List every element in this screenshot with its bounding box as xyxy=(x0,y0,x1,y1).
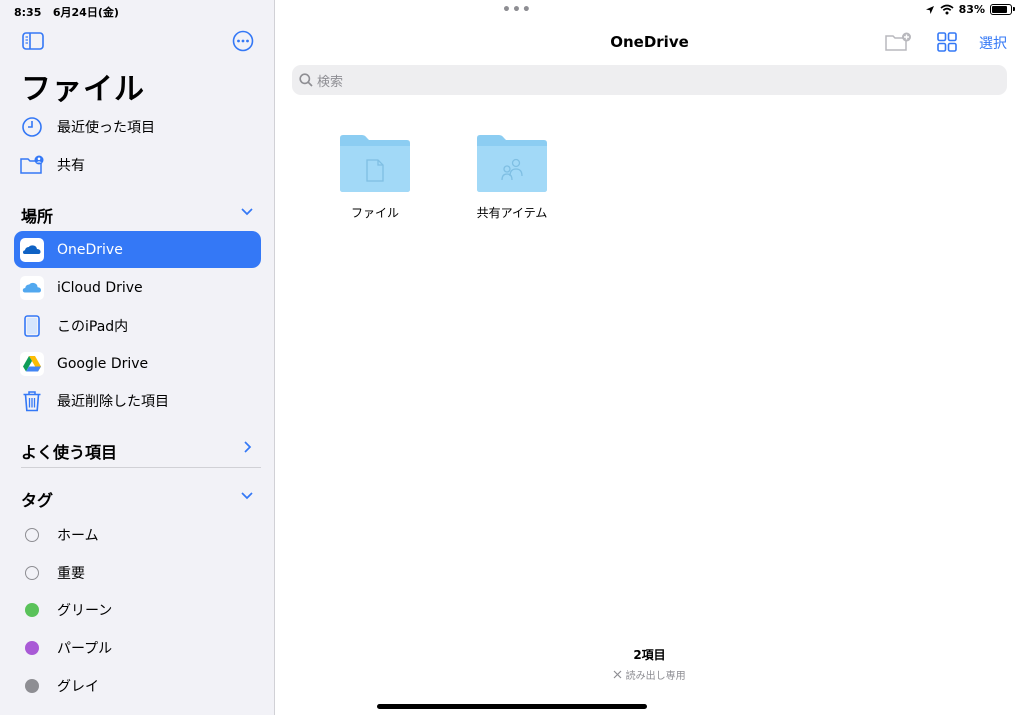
tag-circle-empty-icon xyxy=(20,561,44,585)
tag-item-important[interactable]: 重要 xyxy=(14,554,261,591)
tag-label: グレイ xyxy=(57,678,99,695)
wifi-icon xyxy=(940,4,954,15)
multitasking-dots-icon[interactable]: ••• xyxy=(502,2,532,18)
search-field[interactable]: 検索 xyxy=(292,65,1007,95)
sidebar-divider xyxy=(21,467,261,468)
sidebar-title: ファイル xyxy=(21,72,145,107)
chevron-down-icon xyxy=(241,208,253,216)
main-content: OneDrive 選択 検索 ファイル 共有アイテム 2項目 読み出し専用 xyxy=(275,0,1024,715)
tag-label: ホーム xyxy=(57,527,99,544)
chevron-right-icon xyxy=(244,441,252,453)
tag-dot-purple-icon xyxy=(20,636,44,660)
icloud-icon xyxy=(20,275,44,300)
section-header-favorites[interactable]: よく使う項目 xyxy=(21,439,261,463)
sidebar-item-shared[interactable]: 共有 xyxy=(14,146,261,183)
home-indicator[interactable] xyxy=(377,704,647,709)
section-header-locations[interactable]: 場所 xyxy=(21,203,261,227)
chevron-down-icon xyxy=(241,492,253,500)
select-button[interactable]: 選択 xyxy=(979,33,1007,53)
shared-folder-icon xyxy=(20,153,44,177)
tag-item-purple[interactable]: パープル xyxy=(14,629,261,666)
sidebar-item-label: 最近削除した項目 xyxy=(57,393,169,410)
ipad-icon xyxy=(20,314,44,338)
search-placeholder: 検索 xyxy=(317,74,344,90)
sidebar-item-label: OneDrive xyxy=(57,241,123,258)
read-only-label: 読み出し専用 xyxy=(625,671,686,682)
folder-item-files[interactable]: ファイル xyxy=(320,134,430,221)
location-icon xyxy=(925,5,934,14)
sidebar-item-label: 最近使った項目 xyxy=(57,119,155,136)
tag-dot-gray-icon xyxy=(20,674,44,698)
onedrive-icon xyxy=(20,237,44,262)
sidebar-item-label: このiPad内 xyxy=(57,318,129,335)
sidebar-toggle-icon[interactable] xyxy=(22,32,44,50)
tag-label: 重要 xyxy=(57,565,85,582)
battery-percent: 83% xyxy=(958,3,985,16)
tag-dot-green-icon xyxy=(20,598,44,622)
sidebar-item-label: Google Drive xyxy=(57,355,149,372)
item-count: 2項目 xyxy=(633,648,666,662)
grid-view-icon[interactable] xyxy=(937,32,957,52)
status-date: 6月24日(金) xyxy=(52,6,119,19)
sidebar-item-recents[interactable]: 最近使った項目 xyxy=(14,108,261,145)
sidebar-item-label: 共有 xyxy=(57,157,85,174)
sidebar-toolbar xyxy=(22,30,254,54)
section-header-tags[interactable]: タグ xyxy=(21,487,261,511)
search-icon xyxy=(299,73,313,87)
tag-item-gray[interactable]: グレイ xyxy=(14,667,261,704)
clock-icon xyxy=(20,115,44,139)
read-only-icon xyxy=(613,670,622,679)
folder-label: ファイル xyxy=(350,206,399,220)
trash-icon xyxy=(20,389,44,413)
read-only-status: 読み出し専用 xyxy=(275,667,1024,682)
status-time-date: 8:35 6月24日(金) xyxy=(14,4,119,20)
sidebar-item-google-drive[interactable]: Google Drive xyxy=(14,345,261,382)
new-folder-icon[interactable] xyxy=(884,30,912,52)
tag-circle-empty-icon xyxy=(20,523,44,547)
tag-item-home[interactable]: ホーム xyxy=(14,516,261,553)
google-drive-icon xyxy=(20,351,44,376)
sidebar-item-onedrive[interactable]: OneDrive xyxy=(14,231,261,268)
tag-label: グリーン xyxy=(57,602,113,619)
section-title: 場所 xyxy=(21,207,54,226)
folder-label: 共有アイテム xyxy=(476,206,548,220)
section-title: タグ xyxy=(21,491,54,510)
folder-icon xyxy=(340,135,410,192)
sidebar-item-icloud[interactable]: iCloud Drive xyxy=(14,269,261,306)
tag-item-green[interactable]: グリーン xyxy=(14,591,261,628)
section-title: よく使う項目 xyxy=(21,443,118,462)
status-time: 8:35 xyxy=(14,6,42,19)
sidebar-item-on-my-ipad[interactable]: このiPad内 xyxy=(14,307,261,344)
sidebar-item-label: iCloud Drive xyxy=(57,279,143,296)
folder-item-shared-items[interactable]: 共有アイテム xyxy=(457,134,567,221)
sidebar-item-recently-deleted[interactable]: 最近削除した項目 xyxy=(14,382,261,419)
more-options-icon[interactable] xyxy=(232,30,254,52)
status-bar: 8:35 6月24日(金) ••• 83% xyxy=(0,0,1024,22)
status-right: 83% xyxy=(925,3,1015,16)
folder-icon xyxy=(477,135,547,192)
tag-label: パープル xyxy=(57,640,113,657)
sidebar: ファイル 最近使った項目 共有 場所 OneDrive iCloud Drive… xyxy=(0,0,275,715)
battery-icon xyxy=(990,4,1015,15)
